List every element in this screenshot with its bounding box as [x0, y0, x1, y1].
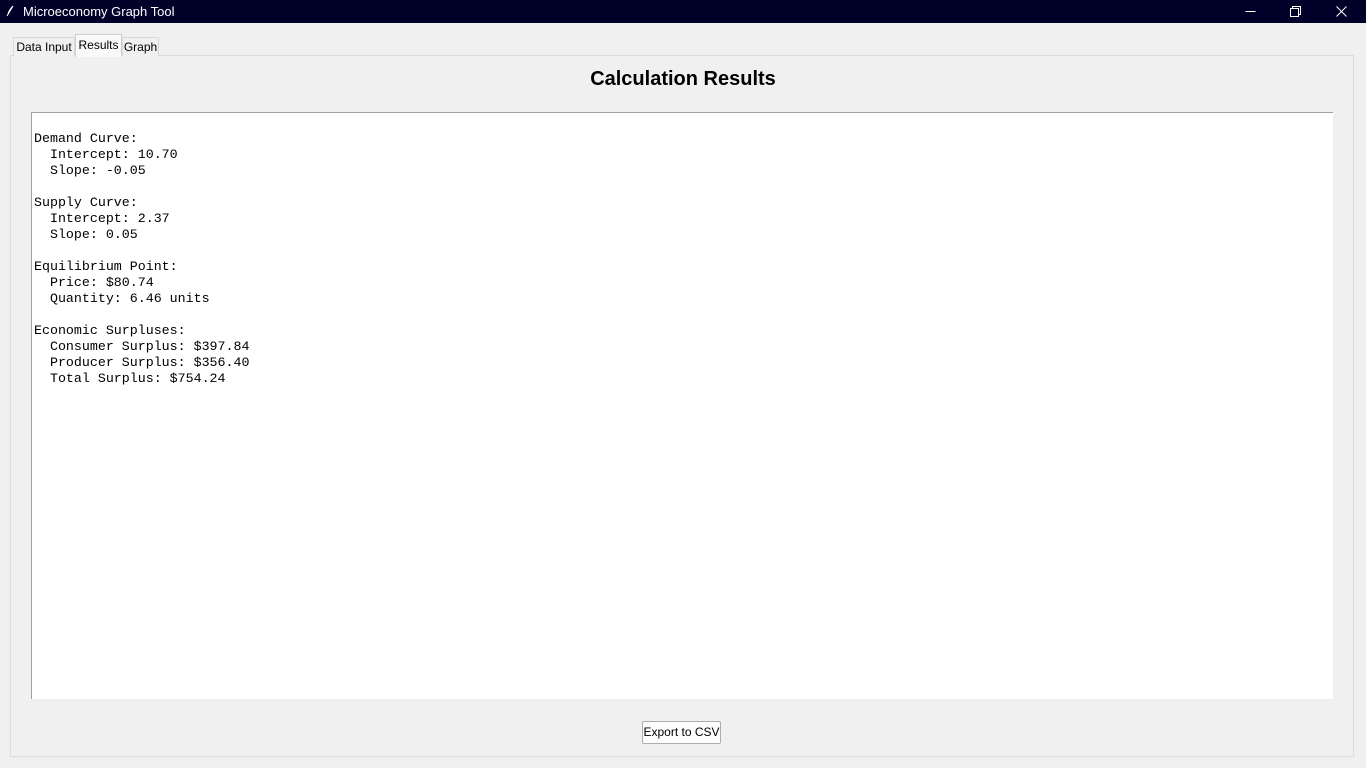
close-icon	[1335, 6, 1347, 17]
minimize-icon	[1245, 11, 1255, 12]
export-csv-button[interactable]: Export to CSV	[642, 721, 721, 744]
restore-icon	[1289, 6, 1301, 17]
tab-graph[interactable]: Graph	[122, 37, 159, 56]
results-text-area[interactable]: Demand Curve: Intercept: 10.70 Slope: -0…	[31, 112, 1333, 699]
tab-results[interactable]: Results	[75, 34, 122, 57]
results-text: Demand Curve: Intercept: 10.70 Slope: -0…	[34, 131, 250, 386]
window-title: Microeconomy Graph Tool	[23, 4, 175, 19]
title-bar: Microeconomy Graph Tool	[0, 0, 1366, 23]
minimize-button[interactable]	[1227, 0, 1273, 23]
page-title: Calculation Results	[590, 68, 776, 90]
restore-button[interactable]	[1272, 0, 1318, 23]
close-button[interactable]	[1318, 0, 1364, 23]
feather-icon	[5, 3, 15, 19]
tab-data-input[interactable]: Data Input	[13, 37, 75, 56]
